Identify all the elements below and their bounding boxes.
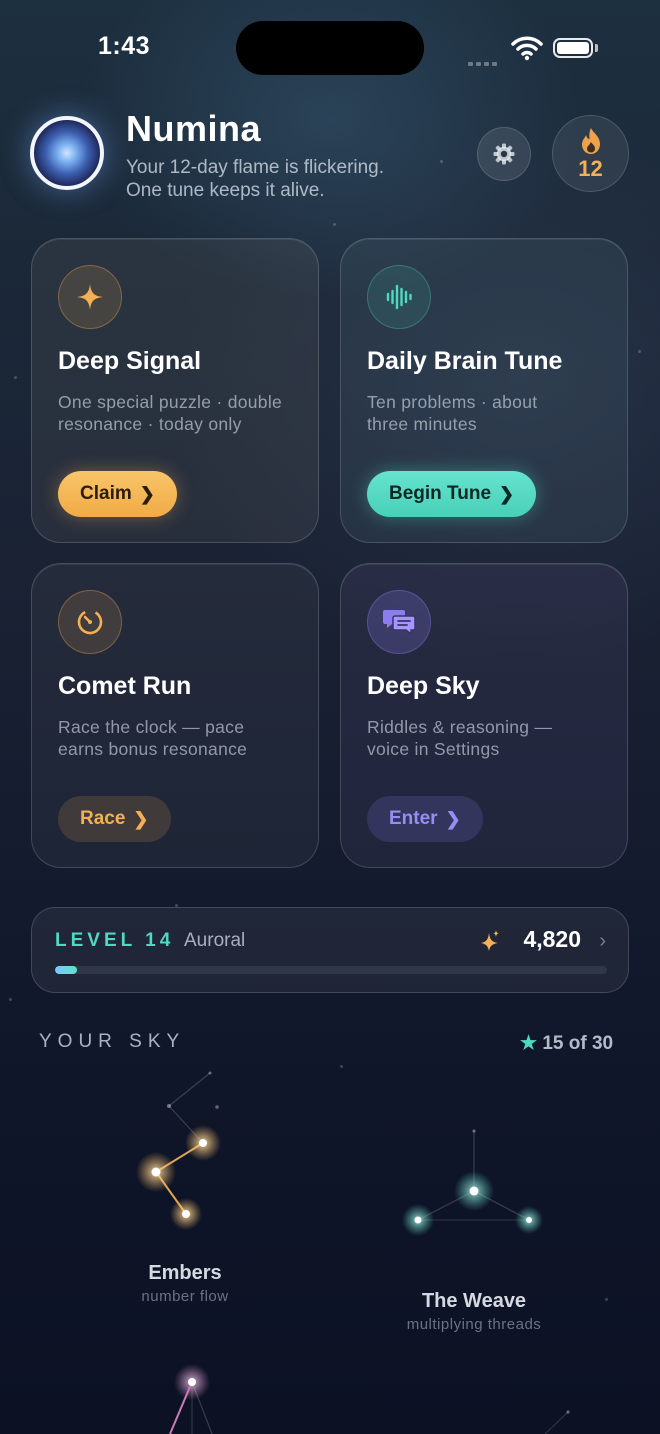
constellation-name: The Weave	[421, 1290, 527, 1312]
constellation-partial[interactable]	[169, 1364, 570, 1434]
streak-button[interactable]: 12	[552, 115, 629, 192]
waveform-icon	[367, 265, 431, 329]
gear-icon	[493, 143, 515, 165]
begin-tune-button-label: Begin Tune	[389, 483, 492, 504]
settings-button[interactable]	[477, 127, 531, 181]
chat-bubbles-icon	[367, 590, 431, 654]
claim-button-label: Claim	[80, 483, 132, 504]
card-description-line2: three minutes	[367, 414, 477, 434]
card-description-line1: One special puzzle · double	[58, 392, 283, 412]
timer-icon	[58, 590, 122, 654]
constellation-subtitle: multiplying threads	[406, 1316, 542, 1333]
sky-map	[136, 1071, 570, 1434]
streak-message-line1: Your 12-day flame is flickering.	[126, 157, 385, 178]
card-description: One special puzzle · double resonance · …	[58, 391, 308, 435]
streak-message: Your 12-day flame is flickering. One tun…	[126, 156, 446, 202]
level-rank: Auroral	[184, 930, 246, 951]
dynamic-island	[236, 21, 424, 75]
chevron-right-icon: ❯	[499, 483, 515, 504]
deep-sky-card[interactable]: Deep Sky Riddles & reasoning — voice in …	[340, 563, 628, 868]
battery-icon	[553, 38, 593, 58]
chevron-right-icon: ❯	[133, 808, 149, 829]
flame-icon	[582, 128, 600, 154]
constellation-embers[interactable]	[136, 1071, 221, 1231]
race-button[interactable]: Race ❯	[58, 796, 171, 842]
constellation-subtitle: number flow	[141, 1288, 229, 1305]
sparkle-icon	[58, 265, 122, 329]
star-icon: ★	[520, 1033, 538, 1054]
comet-run-card[interactable]: Comet Run Race the clock — pace earns bo…	[31, 563, 319, 868]
begin-tune-button[interactable]: Begin Tune ❯	[367, 471, 537, 517]
battery-cap	[595, 44, 598, 52]
chevron-right-icon: ❯	[445, 808, 461, 829]
card-title: Daily Brain Tune	[367, 347, 563, 375]
level-progress-card[interactable]: LEVEL 14 Auroral 4,820 ›	[31, 907, 629, 993]
avatar[interactable]	[30, 116, 104, 190]
race-button-label: Race	[80, 808, 126, 829]
constellation-the-weave[interactable]	[402, 1129, 543, 1236]
card-title: Comet Run	[58, 672, 192, 700]
enter-button-label: Enter	[389, 808, 438, 829]
card-description-line1: Race the clock — pace	[58, 717, 245, 737]
streak-message-line2: One tune keeps it alive.	[126, 180, 325, 201]
cellular-signal-icon	[468, 53, 502, 66]
chevron-right-icon: ›	[599, 930, 606, 952]
constellation-label-the-weave[interactable]: The Weave multiplying threads	[383, 1290, 565, 1333]
constellation-name: Embers	[148, 1262, 222, 1284]
chevron-right-icon: ❯	[139, 483, 155, 504]
section-title: YOUR SKY	[39, 1031, 186, 1052]
daily-brain-tune-card[interactable]: Daily Brain Tune Ten problems · about th…	[340, 238, 628, 543]
constellation-label-embers[interactable]: Embers number flow	[105, 1262, 265, 1305]
card-description-line1: Riddles & reasoning —	[367, 717, 553, 737]
claim-button[interactable]: Claim ❯	[58, 471, 177, 517]
enter-button[interactable]: Enter ❯	[367, 796, 483, 842]
level-progress-fill	[55, 966, 78, 974]
sparkles-icon	[481, 930, 499, 951]
level-label: LEVEL 14	[55, 930, 175, 951]
wifi-icon	[511, 35, 543, 61]
card-description: Ten problems · about three minutes	[367, 391, 617, 435]
card-description-line2: voice in Settings	[367, 739, 500, 759]
app-title: Numina	[126, 108, 262, 149]
card-description-line2: resonance · today only	[58, 414, 242, 434]
card-description-line1: Ten problems · about	[367, 392, 538, 412]
card-description-line2: earns bonus resonance	[58, 739, 248, 759]
level-progress-track	[55, 966, 607, 974]
card-title: Deep Sky	[367, 672, 480, 700]
status-time: 1:43	[98, 32, 151, 60]
constellation-count-label: 15 of 30	[542, 1033, 614, 1054]
streak-count: 12	[578, 156, 603, 181]
card-description: Race the clock — pace earns bonus resona…	[58, 716, 308, 760]
deep-signal-card[interactable]: Deep Signal One special puzzle · double …	[31, 238, 319, 543]
card-title: Deep Signal	[58, 347, 202, 375]
card-description: Riddles & reasoning — voice in Settings	[367, 716, 617, 760]
xp-total: 4,820	[523, 926, 581, 952]
constellation-count: ★ 15 of 30	[520, 1032, 613, 1055]
